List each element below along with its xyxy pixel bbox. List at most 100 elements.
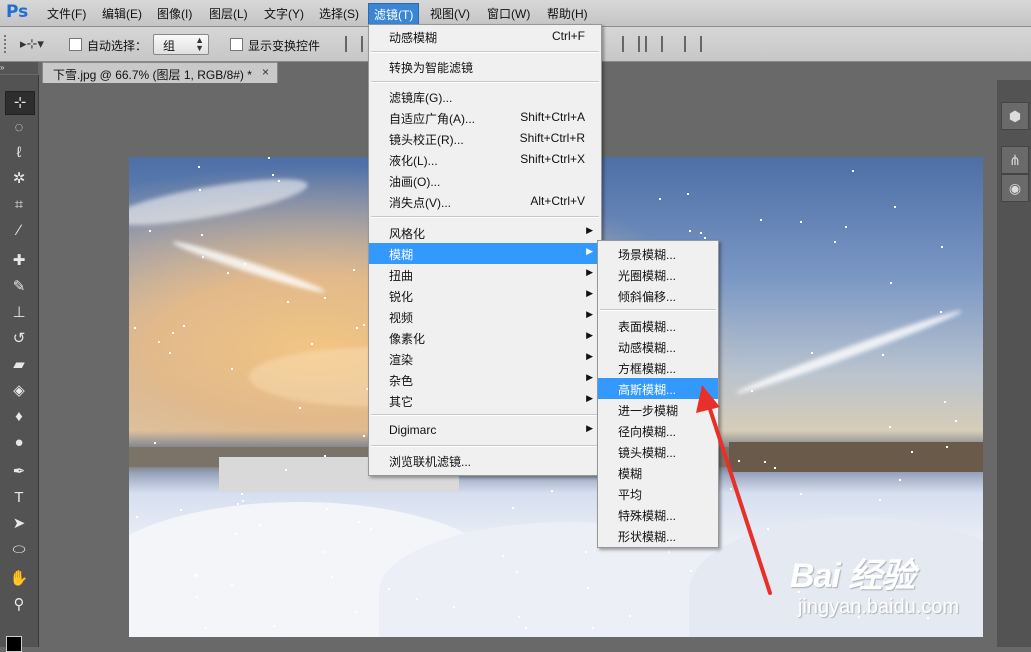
submenu-arrow-icon: ▶ bbox=[586, 246, 593, 256]
blur-tool-icon[interactable]: ♦ bbox=[5, 406, 33, 428]
type-tool-icon[interactable]: T bbox=[5, 487, 33, 509]
snowflake bbox=[355, 611, 357, 613]
menu-item-vanishing-point[interactable]: 消失点(V)... Alt+Ctrl+V bbox=[369, 191, 601, 212]
menu-item-label: 方框模糊... bbox=[618, 362, 677, 376]
menu-edit[interactable]: 编辑(E) bbox=[102, 5, 142, 22]
menu-item-filter-gallery[interactable]: 滤镜库(G)... bbox=[369, 86, 601, 107]
hand-tool-icon[interactable]: ✋ bbox=[5, 568, 33, 590]
menu-item-label: 浏览联机滤镜... bbox=[389, 455, 472, 469]
menu-item-field-blur[interactable]: 场景模糊... bbox=[598, 243, 718, 264]
menu-view[interactable]: 视图(V) bbox=[430, 5, 470, 22]
menu-item-iris-blur[interactable]: 光圈模糊... bbox=[598, 264, 718, 285]
distribute-right-icon[interactable] bbox=[645, 36, 663, 52]
menu-select[interactable]: 选择(S) bbox=[319, 5, 359, 22]
snowflake bbox=[388, 588, 390, 590]
menu-image[interactable]: 图像(I) bbox=[157, 5, 192, 22]
menu-item-last-filter[interactable]: 动感模糊 Ctrl+F bbox=[369, 26, 601, 47]
snowflake bbox=[882, 354, 884, 356]
paths-panel-icon[interactable]: ⋔ bbox=[1001, 146, 1029, 174]
snowflake bbox=[955, 420, 957, 422]
document-tab[interactable]: 下雪.jpg @ 66.7% (图层 1, RGB/8#) * × bbox=[42, 62, 278, 83]
menu-item-distort[interactable]: 扭曲 ▶ bbox=[369, 264, 601, 285]
menu-layer[interactable]: 图层(L) bbox=[209, 5, 248, 22]
menu-item-liquify[interactable]: 液化(L)... Shift+Ctrl+X bbox=[369, 149, 601, 170]
menu-item-video[interactable]: 视频 ▶ bbox=[369, 306, 601, 327]
menu-item-convert-smart[interactable]: 转换为智能滤镜 bbox=[369, 56, 601, 77]
snowflake bbox=[183, 325, 185, 327]
snowflake bbox=[845, 226, 847, 228]
panel-collapse-grip[interactable]: » bbox=[0, 62, 38, 74]
distribute-center-icon[interactable] bbox=[622, 36, 640, 52]
snowflake bbox=[834, 241, 836, 243]
menu-item-shortcut: Shift+Ctrl+X bbox=[520, 152, 585, 166]
snowflake bbox=[326, 508, 328, 510]
menu-item-label: 场景模糊... bbox=[618, 248, 677, 262]
menu-item-sharpen[interactable]: 锐化 ▶ bbox=[369, 285, 601, 306]
crop-tool-icon[interactable]: ⌗ bbox=[5, 194, 33, 216]
move-tool-icon[interactable]: ⊹ bbox=[5, 91, 35, 115]
foreground-color-swatch[interactable] bbox=[6, 636, 22, 652]
snowflake bbox=[889, 426, 891, 428]
submenu-arrow-icon: ▶ bbox=[586, 225, 593, 235]
grip-handle[interactable] bbox=[4, 35, 10, 53]
snowflake bbox=[689, 230, 691, 232]
menu-item-stylize[interactable]: 风格化 ▶ bbox=[369, 222, 601, 243]
menu-window[interactable]: 窗口(W) bbox=[487, 5, 530, 22]
snowflake bbox=[287, 301, 289, 303]
menu-item-lens-correction[interactable]: 镜头校正(R)... Shift+Ctrl+R bbox=[369, 128, 601, 149]
pen-tool-icon[interactable]: ✒ bbox=[5, 461, 33, 483]
snowflake bbox=[629, 615, 631, 617]
menu-item-label: 径向模糊... bbox=[618, 425, 677, 439]
3d-panel-icon[interactable]: ⬢ bbox=[1001, 102, 1029, 130]
show-transform-checkbox[interactable] bbox=[230, 38, 243, 51]
menu-file[interactable]: 文件(F) bbox=[47, 5, 86, 22]
menu-item-browse-online[interactable]: 浏览联机滤镜... bbox=[369, 450, 601, 471]
menu-type[interactable]: 文字(Y) bbox=[264, 5, 304, 22]
close-tab-icon[interactable]: × bbox=[262, 65, 269, 79]
snowflake bbox=[800, 221, 802, 223]
marquee-tool-icon[interactable]: ◌ bbox=[5, 117, 33, 139]
shape-tool-icon[interactable]: ⬭ bbox=[5, 539, 33, 561]
eraser-tool-icon[interactable]: ▰ bbox=[5, 354, 33, 376]
align-top-icon[interactable] bbox=[345, 36, 363, 52]
menu-item-surface-blur[interactable]: 表面模糊... bbox=[598, 315, 718, 336]
tool-preset-picker[interactable]: ▸⊹▾ bbox=[20, 36, 44, 52]
lasso-tool-icon[interactable]: ℓ bbox=[5, 142, 33, 164]
menu-item-blur[interactable]: 模糊 ▶ bbox=[369, 243, 601, 264]
menu-item-motion-blur[interactable]: 动感模糊... bbox=[598, 336, 718, 357]
menu-item-other[interactable]: 其它 ▶ bbox=[369, 390, 601, 411]
menu-item-shortcut: Shift+Ctrl+A bbox=[520, 110, 585, 124]
snowflake bbox=[324, 455, 326, 457]
snowflake bbox=[944, 401, 946, 403]
healing-brush-icon[interactable]: ✚ bbox=[5, 250, 33, 272]
paint-bucket-icon[interactable]: ◈ bbox=[5, 380, 33, 402]
submenu-arrow-icon: ▶ bbox=[586, 288, 593, 298]
brush-tool-icon[interactable]: ✎ bbox=[5, 276, 33, 298]
menu-help[interactable]: 帮助(H) bbox=[547, 5, 588, 22]
menu-item-label: 模糊 bbox=[618, 467, 643, 481]
eyedropper-icon[interactable]: ∕ bbox=[5, 220, 33, 242]
menu-item-oil-paint[interactable]: 油画(O)... bbox=[369, 170, 601, 191]
menu-item-tilt-shift[interactable]: 倾斜偏移... bbox=[598, 285, 718, 306]
menu-item-noise[interactable]: 杂色 ▶ bbox=[369, 369, 601, 390]
menu-item-pixelate[interactable]: 像素化 ▶ bbox=[369, 327, 601, 348]
menu-item-label: 平均 bbox=[618, 488, 643, 502]
auto-select-dropdown[interactable]: 组 ▲ ▼ bbox=[153, 34, 209, 55]
menu-item-digimarc[interactable]: Digimarc ▶ bbox=[369, 420, 601, 441]
stamp-tool-icon[interactable]: ⊥ bbox=[5, 302, 33, 324]
auto-align-icon[interactable] bbox=[684, 36, 702, 52]
zoom-tool-icon[interactable]: ⚲ bbox=[5, 594, 33, 616]
materials-panel-icon[interactable]: ◉ bbox=[1001, 174, 1029, 202]
menu-item-box-blur[interactable]: 方框模糊... bbox=[598, 357, 718, 378]
dodge-tool-icon[interactable]: ● bbox=[5, 432, 33, 454]
menu-item-label: 高斯模糊... bbox=[618, 383, 677, 397]
menu-filter[interactable]: 滤镜(T) bbox=[368, 3, 420, 26]
magic-wand-icon[interactable]: ✲ bbox=[5, 168, 33, 190]
menu-item-render[interactable]: 渲染 ▶ bbox=[369, 348, 601, 369]
menu-item-adaptive-wide-angle[interactable]: 自适应广角(A)... Shift+Ctrl+A bbox=[369, 107, 601, 128]
path-selection-icon[interactable]: ➤ bbox=[5, 513, 33, 535]
auto-select-checkbox[interactable] bbox=[69, 38, 82, 51]
history-brush-icon[interactable]: ↺ bbox=[5, 328, 33, 350]
menu-item-label: 视频 bbox=[389, 311, 414, 325]
menu-item-label: 滤镜库(G)... bbox=[389, 91, 453, 105]
